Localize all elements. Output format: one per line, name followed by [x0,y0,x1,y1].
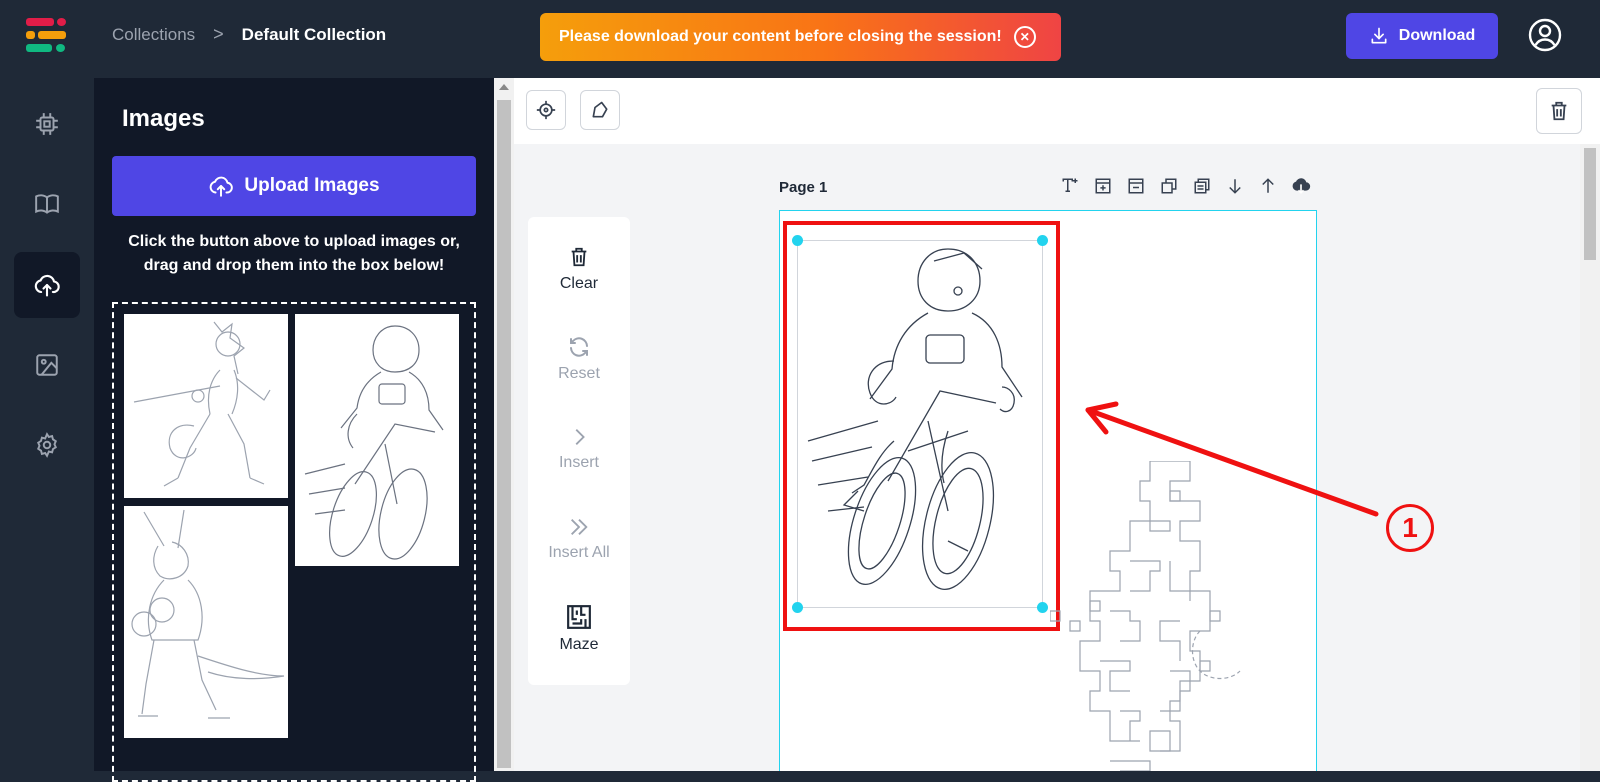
app-logo[interactable] [26,16,68,56]
thumbnail-kangaroo-boxer[interactable] [124,506,288,738]
rail-item-generator[interactable] [14,91,80,157]
top-bar: Collections > Default Collection Please … [0,0,1600,78]
panel-scrollbar[interactable] [494,78,514,771]
canvas-scrollbar-thumb[interactable] [1584,148,1596,260]
canvas-workspace: Clear Reset Insert Insert All Maze Page … [514,78,1600,771]
upload-help-text: Click the button above to upload images … [128,233,460,274]
cloud-upload-icon [210,176,234,197]
refresh-icon [570,337,588,357]
delete-button[interactable] [1536,88,1582,134]
maze-icon [567,605,591,629]
add-text-icon[interactable] [1060,176,1080,196]
notice-text: Please download your content before clos… [559,28,1002,45]
maze-tool-label: Maze [559,636,599,653]
panel-scrollbar-thumb[interactable] [497,100,511,768]
upload-images-label: Upload Images [244,175,380,196]
page-tools [1060,176,1311,196]
annotation-highlight-box [783,221,1060,631]
cloud-download-icon[interactable] [1291,176,1311,196]
trash-icon [571,247,587,267]
shape-button[interactable] [580,90,620,130]
trash-icon [1551,101,1567,121]
canvas-toolbar [514,78,1600,144]
clear-tool[interactable]: Clear [528,229,630,309]
canvas-scrollbar[interactable] [1580,144,1600,771]
copy-page-icon[interactable] [1192,176,1212,196]
double-chevron-right-icon [571,519,588,535]
images-panel: Images Upload Images Click the button ab… [94,78,494,782]
download-label: Download [1398,27,1476,44]
thumbnail-cheetah-cyclist[interactable] [295,314,459,566]
move-down-icon[interactable] [1225,176,1245,196]
move-up-icon[interactable] [1258,176,1278,196]
book-icon [35,194,59,214]
close-icon[interactable]: ✕ [1013,26,1036,48]
breadcrumb-current: Default Collection [241,24,387,44]
image-icon [36,354,58,376]
annotation-arrow [1085,401,1379,517]
add-page-icon[interactable] [1093,176,1113,196]
rail-item-library[interactable] [14,171,80,237]
page-label: Page 1 [779,179,828,196]
maze-tool[interactable]: Maze [528,589,630,669]
user-account-icon[interactable] [1528,18,1562,52]
breadcrumb: Collections > Default Collection [112,24,386,45]
polygon-icon [592,101,608,118]
remove-page-icon[interactable] [1126,176,1146,196]
side-tools-panel: Clear Reset Insert Insert All Maze [528,217,630,685]
rail-item-images[interactable] [14,332,80,398]
clear-tool-label: Clear [559,275,599,292]
rail-item-upload[interactable] [14,252,80,318]
scroll-up-arrow-icon[interactable] [499,84,509,90]
annotation-number: 1 [1386,504,1434,552]
insert-tool[interactable]: Insert [528,409,630,489]
rail-item-settings[interactable] [14,412,80,478]
center-button[interactable] [526,90,566,130]
upload-images-button[interactable]: Upload Images [112,156,476,216]
nav-rail [0,78,94,771]
reset-tool[interactable]: Reset [528,319,630,399]
thumbnail-hyena-fencer[interactable] [124,314,288,498]
gear-icon [37,432,57,458]
breadcrumb-collections-link[interactable]: Collections [112,25,195,45]
download-button[interactable]: Download [1346,13,1498,59]
insert-tool-label: Insert [558,454,599,471]
chip-icon [36,113,58,135]
chevron-right-icon [575,429,585,445]
insert-all-tool[interactable]: Insert All [528,499,630,579]
reset-tool-label: Reset [558,365,600,382]
insert-all-tool-label: Insert All [548,544,610,561]
image-dropzone[interactable] [112,302,476,782]
panel-title: Images [122,105,205,132]
crosshair-icon [536,100,556,120]
download-icon [1371,27,1387,44]
cloud-upload-icon [34,274,60,297]
breadcrumb-separator: > [213,24,224,44]
download-notice-banner: Please download your content before clos… [540,13,1061,61]
duplicate-icon[interactable] [1159,176,1179,196]
